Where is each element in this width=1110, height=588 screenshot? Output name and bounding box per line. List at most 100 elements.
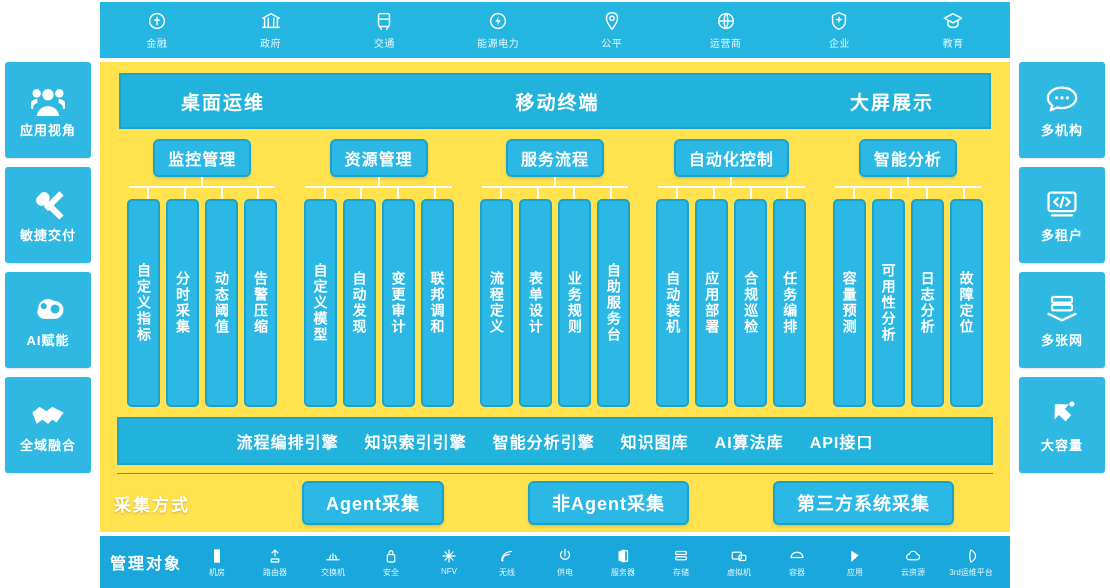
capability-item-3-0[interactable]: 自动装机 [656,199,690,407]
managed-object-5[interactable]: 无线 [478,547,536,578]
managed-object-1[interactable]: 路由器 [246,547,304,578]
capability-region: 监控管理 自定义指标 分时采集 动态阈值 告警压缩 资源管理 自定义模型 自动发现 变更审… [117,139,993,407]
capability-group-head[interactable]: 监控管理 [153,139,252,177]
engine-item-3[interactable]: 知识图库 [621,429,689,453]
capability-item-1-2[interactable]: 变更审计 [381,199,415,407]
right-rail-item-2[interactable]: 多张网 [1019,272,1105,368]
collection-method-1[interactable]: 非Agent采集 [528,481,689,525]
capability-group-head[interactable]: 智能分析 [858,139,957,177]
users-icon [31,82,65,116]
engine-item-0[interactable]: 流程编排引擎 [237,429,339,453]
capability-item-1-1[interactable]: 自动发现 [342,199,376,407]
managed-object-10[interactable]: 容器 [768,547,826,578]
capability-item-4-2[interactable]: 日志分析 [910,199,944,407]
capability-item-4-3[interactable]: 故障定位 [949,199,983,407]
rail-item-label: 多机构 [1040,122,1083,138]
capability-group-head[interactable]: 服务流程 [506,139,605,177]
capability-items: 容量预测 可用性分析 日志分析 故障定位 [832,199,983,407]
managed-object-6[interactable]: 供电 [536,547,594,578]
capability-item-2-2[interactable]: 业务规则 [558,199,592,407]
collection-method-2[interactable]: 第三方系统采集 [773,481,954,525]
left-rail-item-1[interactable]: 敏捷交付 [5,167,91,263]
rail-item-label: 多租户 [1040,227,1083,243]
engine-item-2[interactable]: 智能分析引擎 [493,429,595,453]
managed-object-4[interactable]: NFV [420,547,478,576]
right-rail-item-1[interactable]: 多租户 [1019,167,1105,263]
capability-items: 自定义指标 分时采集 动态阈值 告警压缩 [127,199,278,407]
capability-item-0-3[interactable]: 告警压缩 [244,199,278,407]
capability-group-2: 服务流程 流程定义 表单设计 业务规则 自助服务台 [470,139,640,407]
managed-object-label: 容器 [789,567,805,577]
rail-item-label: 应用视角 [19,122,76,138]
engine-item-4[interactable]: AI算法库 [715,429,784,453]
managed-objects-bar: 管理对象 机房 路由器 交换机 安全 NFV 无线 供电 服务器 存储 虚拟机 [100,536,1010,588]
collection-method-0[interactable]: Agent采集 [302,481,444,525]
managed-object-label: 无线 [499,567,515,577]
capability-item-1-0[interactable]: 自定义模型 [303,199,337,407]
terminal-bar: 桌面运维 移动终端 大屏展示 [119,73,991,129]
rail-item-label: 大容量 [1040,437,1083,453]
capability-group-head[interactable]: 自动化控制 [673,139,789,177]
industry-item-5: 运营商 [681,10,771,50]
managed-object-2[interactable]: 交换机 [304,547,362,578]
managed-object-11[interactable]: 应用 [826,547,884,578]
industry-item-0: 金融 [112,10,202,50]
managed-object-label: 路由器 [263,567,287,577]
managed-object-7[interactable]: 服务器 [594,547,652,578]
industry-label: 运营商 [709,39,742,50]
capability-item-3-2[interactable]: 合规巡检 [734,199,768,407]
managed-object-0[interactable]: 机房 [188,547,246,578]
left-rail-item-0[interactable]: 应用视角 [5,62,91,158]
third-party-platform-icon [962,547,980,565]
industry-item-2: 交通 [339,10,429,50]
managed-object-label: 存储 [673,567,689,577]
industry-label: 教育 [942,39,964,50]
capability-item-2-3[interactable]: 自助服务台 [597,199,631,407]
capability-item-4-0[interactable]: 容量预测 [832,199,866,407]
server-icon [614,547,632,565]
power-icon [556,547,574,565]
managed-object-12[interactable]: 云资源 [884,547,942,578]
capability-items: 自动装机 应用部署 合规巡检 任务编排 [656,199,807,407]
capability-group-head[interactable]: 资源管理 [329,139,428,177]
capability-item-0-1[interactable]: 分时采集 [166,199,200,407]
capability-item-3-3[interactable]: 任务编排 [773,199,807,407]
managed-object-9[interactable]: 虚拟机 [710,547,768,578]
wifi-icon [498,547,516,565]
industry-label: 金融 [146,39,168,50]
right-rail-item-3[interactable]: 大容量 [1019,377,1105,473]
managed-object-13[interactable]: 3rd运维平台 [942,547,1000,578]
left-feature-rail: 应用视角 敏捷交付 AI赋能 全域融合 [5,62,91,473]
collection-method-label: 采集方式 [114,495,190,515]
capability-group-1: 资源管理 自定义模型 自动发现 变更审计 联邦调和 [293,139,463,407]
cloud-icon [904,547,922,565]
industry-label: 能源电力 [477,39,520,50]
capability-item-0-2[interactable]: 动态阈值 [205,199,239,407]
coin-icon [146,10,168,32]
managed-objects-label: 管理对象 [110,556,183,573]
capability-item-3-1[interactable]: 应用部署 [695,199,729,407]
architecture-diagram: 金融 政府 交通 能源电力 公平 运营商 企业 教育 应用视角 敏捷交付 AI赋… [0,0,1110,588]
capability-item-1-3[interactable]: 联邦调和 [420,199,454,407]
capability-item-4-1[interactable]: 可用性分析 [871,199,905,407]
stacked-network-icon [1045,292,1079,326]
capability-item-2-1[interactable]: 表单设计 [519,199,553,407]
handshake-icon [31,397,65,431]
left-rail-item-2[interactable]: AI赋能 [5,272,91,368]
industry-label: 企业 [828,39,850,50]
engine-item-1[interactable]: 知识索引引擎 [365,429,467,453]
graduation-cap-icon [942,10,964,32]
capability-group-4: 智能分析 容量预测 可用性分析 日志分析 故障定位 [823,139,993,407]
engine-item-5[interactable]: API接口 [810,429,874,453]
rail-item-label: AI赋能 [26,332,70,348]
code-screen-icon [1045,187,1079,221]
managed-object-8[interactable]: 存储 [652,547,710,578]
left-rail-item-3[interactable]: 全域融合 [5,377,91,473]
managed-object-3[interactable]: 安全 [362,547,420,578]
capability-item-2-0[interactable]: 流程定义 [480,199,514,407]
managed-object-label: 安全 [383,567,399,577]
capability-items: 自定义模型 自动发现 变更审计 联邦调和 [303,199,454,407]
server-rack-icon [208,547,226,565]
right-rail-item-0[interactable]: 多机构 [1019,62,1105,158]
capability-item-0-0[interactable]: 自定义指标 [127,199,161,407]
